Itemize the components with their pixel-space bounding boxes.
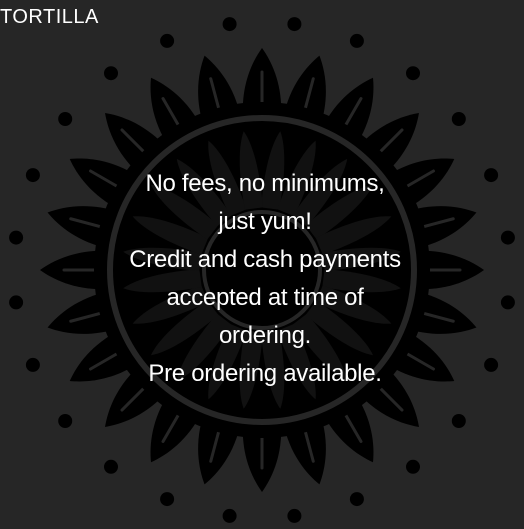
mandala-dot <box>349 492 364 507</box>
mandala-dot <box>406 66 420 81</box>
mandala-dot <box>451 112 466 126</box>
mandala-dot <box>25 168 40 183</box>
mandala-dot <box>222 508 237 523</box>
message-line-6: Pre ordering available. <box>148 360 382 387</box>
message-line-5: ordering. <box>218 322 312 349</box>
mandala-dot <box>104 459 118 474</box>
mandala-dot <box>500 295 515 310</box>
mandala-dot <box>58 112 73 126</box>
mandala-dot <box>287 17 302 32</box>
mandala-dot <box>451 414 466 428</box>
mandala-dot <box>25 357 40 372</box>
mandala-dot <box>406 459 420 474</box>
message-line-2: just yum! <box>218 208 312 235</box>
mandala-dot <box>9 230 24 245</box>
mandala-dot <box>222 17 237 32</box>
mandala-dot <box>58 414 73 428</box>
mandala-dot <box>160 492 175 507</box>
brand-name: TORTILLA <box>0 6 99 28</box>
mandala-dot <box>160 33 175 48</box>
mandala-dot <box>9 295 24 310</box>
info-message: No fees, no minimums, just yum! Credit a… <box>92 165 438 393</box>
mandala-dot <box>349 33 364 48</box>
mandala-dot <box>484 168 499 183</box>
message-line-3: Credit and cash payments <box>129 246 401 273</box>
mandala-dot <box>287 508 302 523</box>
message-line-1: No fees, no minimums, <box>145 170 385 197</box>
mandala-dot <box>104 66 118 81</box>
mandala-dot <box>500 230 515 245</box>
message-line-4: accepted at time of <box>166 284 364 311</box>
mandala-dot <box>484 357 499 372</box>
